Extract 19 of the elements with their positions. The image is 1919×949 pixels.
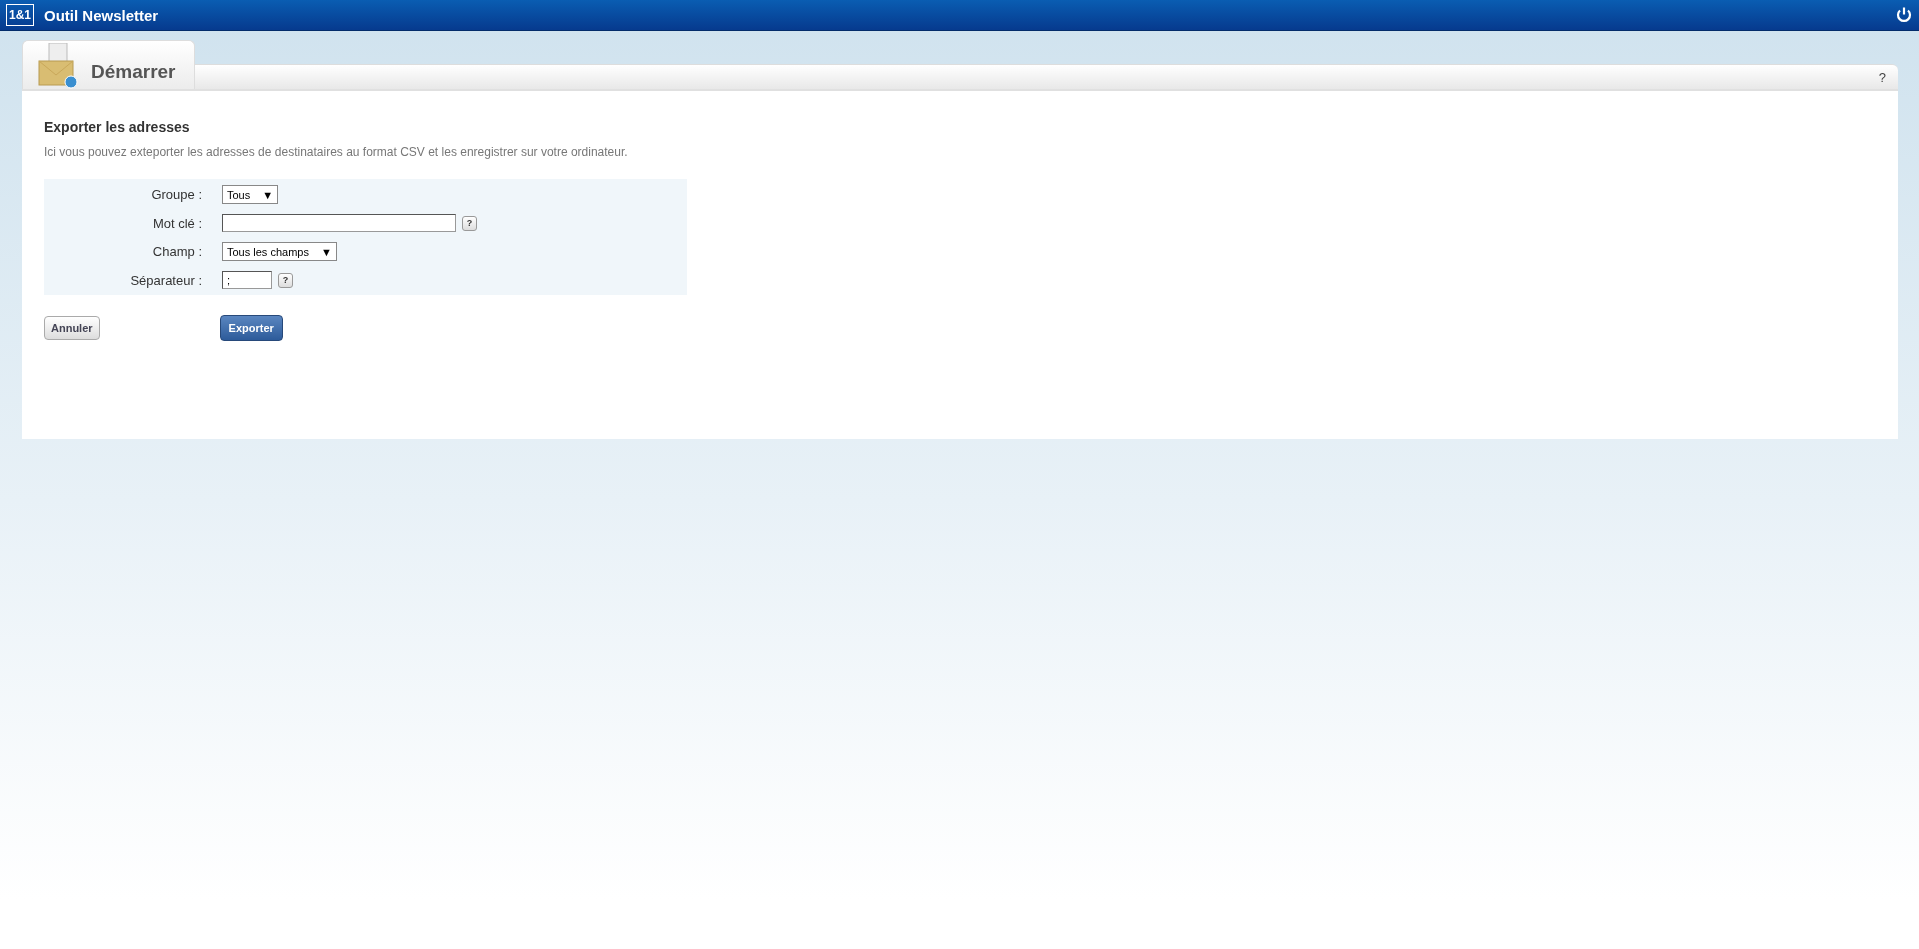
input-field[interactable] [222,214,456,232]
section-title: Exporter les adresses [44,119,191,135]
description: Ici vous pouvez exteporter les adresses de destinataires au format CSV et les enregistrer sur votre ordinateur. [44,145,629,159]
tab[interactable]: Démarrer [22,40,195,89]
field-label: Champ : [151,244,202,259]
help-button[interactable]: ? [462,215,477,231]
field-label: Mot clé : [151,215,202,231]
help-link[interactable]: ? [1878,69,1886,85]
input-field[interactable]: ; [222,271,272,289]
field-label: Séparateur : [129,272,202,288]
logo: 1&1 [6,4,34,26]
cancel-button[interactable]: Annuler [44,316,100,340]
power-icon[interactable] [1895,6,1913,24]
dropdown[interactable]: Tous ▼ [222,185,279,204]
export-button[interactable]: Exporter [219,315,283,341]
dropdown[interactable]: Tous les champs ▼ [222,242,337,261]
help-button[interactable]: ? [278,272,293,288]
app-title: Outil Newsletter [44,6,160,24]
field-label: Groupe : [150,187,202,202]
